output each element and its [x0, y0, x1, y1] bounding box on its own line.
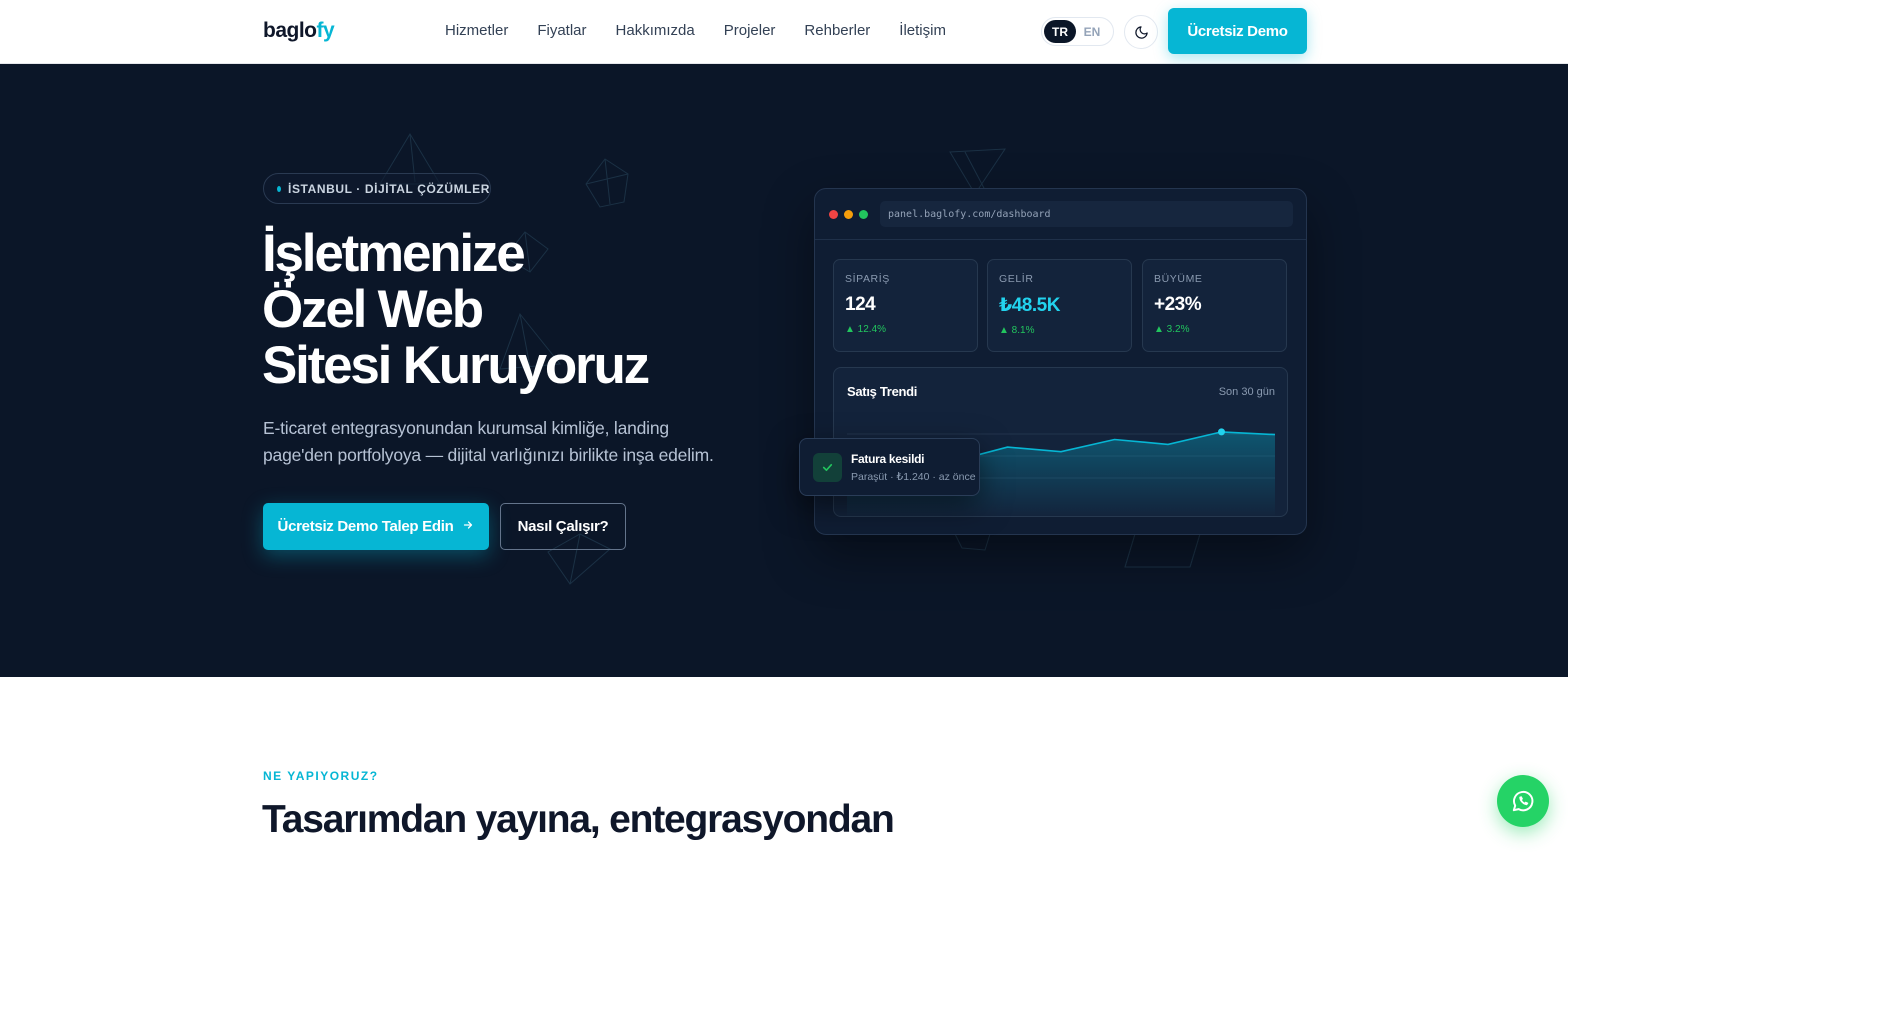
main-menu: Hizmetler Fiyatlar Hakkımızda Projeler R…: [445, 22, 975, 39]
stat-label: SİPARİŞ: [845, 273, 890, 285]
logo-main: baglo: [263, 19, 317, 42]
url-bar: panel.baglofy.com/dashboard: [880, 201, 1293, 227]
whatsapp-button[interactable]: [1497, 775, 1549, 827]
lang-en-button[interactable]: EN: [1076, 20, 1108, 43]
badge-dot: [277, 185, 282, 192]
hero-section: İSTANBUL · DİJİTAL ÇÖZÜMLER İşletmenize …: [0, 64, 1568, 677]
nav-link-rehberler[interactable]: Rehberler: [804, 22, 870, 39]
nav-link-fiyatlar[interactable]: Fiyatlar: [537, 22, 586, 39]
check-icon: [813, 453, 842, 482]
logo-accent: fy: [316, 19, 335, 42]
chart-title: Satış Trendi: [847, 384, 918, 399]
stat-delta: ▲ 3.2%: [1154, 324, 1190, 335]
browser-bar: panel.baglofy.com/dashboard: [815, 189, 1306, 240]
badge-text: İSTANBUL · DİJİTAL ÇÖZÜMLER: [288, 181, 490, 196]
hero-title-line-3: Sitesi Kuruyoruz: [262, 336, 650, 395]
invoice-toast: Fatura kesildi Paraşüt · ₺1.240 · az önc…: [799, 438, 980, 496]
stat-value: +23%: [1154, 294, 1202, 315]
moon-icon: [1134, 25, 1148, 39]
request-demo-label: Ücretsiz Demo Talep Edin: [277, 518, 454, 535]
toast-subtitle: Paraşüt · ₺1.240 · az önce: [851, 471, 976, 483]
free-demo-button[interactable]: Ücretsiz Demo: [1168, 8, 1307, 54]
decorative-polyhedra: [379, 133, 1201, 585]
location-badge: İSTANBUL · DİJİTAL ÇÖZÜMLER: [263, 173, 491, 204]
hero-title: İşletmenize Özel Web Sitesi Kuruyoruz: [262, 226, 742, 394]
window-close-dot: [829, 210, 838, 219]
hero-title-line-2: Özel Web: [262, 280, 484, 339]
stat-label: BÜYÜME: [1154, 273, 1203, 285]
arrow-right-icon: [462, 519, 474, 534]
lang-tr-button[interactable]: TR: [1044, 20, 1076, 43]
stat-label: GELİR: [999, 273, 1034, 285]
toast-title: Fatura kesildi: [851, 452, 925, 466]
whatsapp-icon: [1512, 790, 1534, 812]
top-nav: baglofy Hizmetler Fiyatlar Hakkımızda Pr…: [0, 0, 1568, 64]
how-it-works-button[interactable]: Nasıl Çalışır?: [500, 503, 626, 550]
window-minimize-dot: [844, 210, 853, 219]
hero-subtitle: E-ticaret entegrasyonundan kurumsal kiml…: [263, 418, 714, 465]
stat-delta: ▲ 8.1%: [999, 325, 1035, 336]
section-title: Tasarımdan yayına, entegrasyondan: [262, 798, 895, 841]
theme-toggle-button[interactable]: [1124, 15, 1158, 49]
nav-link-hizmetler[interactable]: Hizmetler: [445, 22, 508, 39]
language-switcher: TR EN: [1041, 17, 1114, 46]
stat-card-buyume: BÜYÜME +23% ▲ 3.2%: [1142, 259, 1287, 352]
nav-link-hakkimizda[interactable]: Hakkımızda: [616, 22, 695, 39]
nav-link-projeler[interactable]: Projeler: [724, 22, 776, 39]
hero-title-line-1: İşletmenize: [262, 224, 526, 283]
request-demo-button[interactable]: Ücretsiz Demo Talep Edin: [263, 503, 489, 550]
brand-logo[interactable]: baglofy: [263, 19, 335, 43]
stat-card-siparis: SİPARİŞ 124 ▲ 12.4%: [833, 259, 978, 352]
chart-range: Son 30 gün: [1218, 386, 1275, 398]
nav-link-iletisim[interactable]: İletişim: [899, 22, 946, 39]
stat-delta: ▲ 12.4%: [845, 324, 887, 335]
trend-peak-point: [1218, 428, 1225, 436]
stat-value: 124: [845, 294, 876, 315]
section-eyebrow: NE YAPIYORUZ?: [263, 769, 379, 783]
window-maximize-dot: [859, 210, 868, 219]
stat-value: ₺48.5K: [999, 295, 1060, 316]
stat-card-gelir: GELİR ₺48.5K ▲ 8.1%: [987, 259, 1132, 352]
